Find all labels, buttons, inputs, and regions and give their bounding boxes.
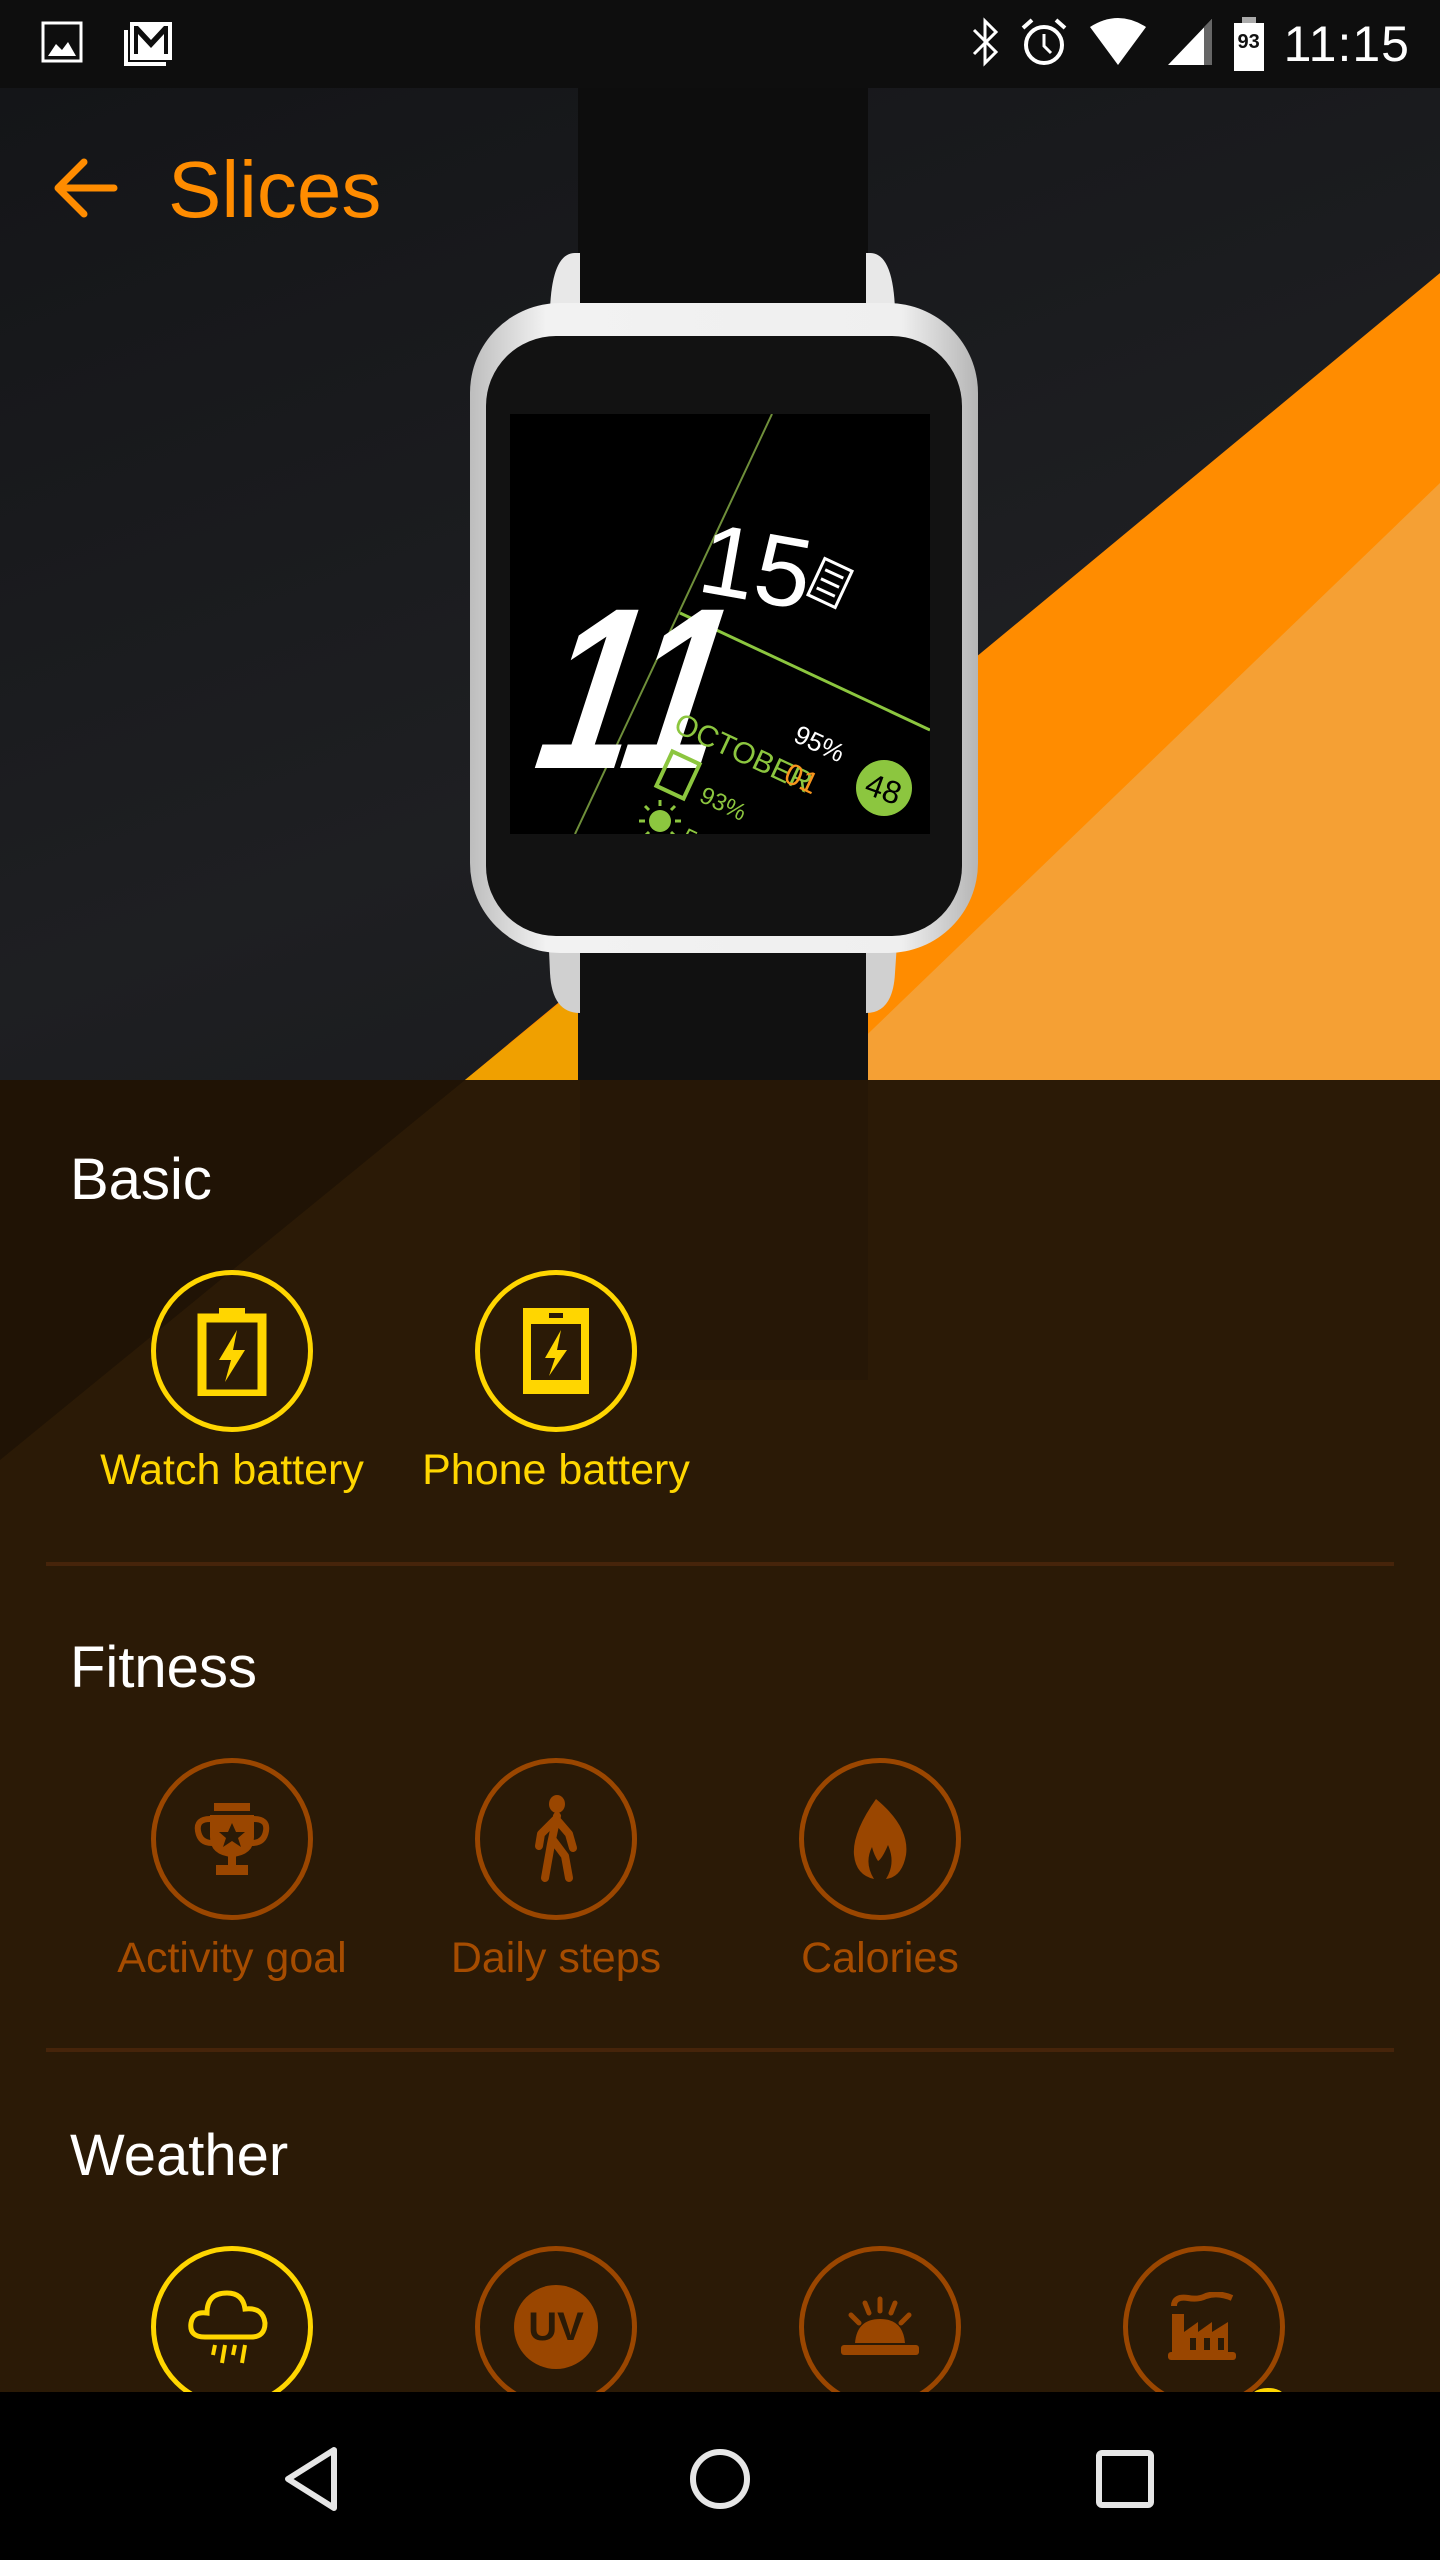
slice-label: Daily steps: [450, 1934, 662, 1982]
sunrise-icon: [841, 2296, 919, 2355]
slice-sunrise[interactable]: [730, 2246, 1030, 2392]
slice-ring: UV: [475, 2246, 637, 2392]
bluetooth-icon: [970, 16, 1000, 73]
watch-battery-icon: [197, 1308, 267, 1396]
section-title: Fitness: [70, 1635, 257, 1700]
slice-ring: [1123, 2246, 1285, 2392]
slices-panel: Basic Watch battery Phone battery Fitnes…: [0, 1080, 1440, 2392]
slice-label: Watch battery: [100, 1446, 364, 1494]
slice-ring: [475, 1270, 637, 1432]
slice-ring: [151, 2246, 313, 2392]
section-title: Basic: [70, 1147, 212, 1212]
back-button[interactable]: [48, 150, 124, 226]
watch-strap-bottom: [578, 948, 868, 1080]
slice-ring: [799, 2246, 961, 2392]
factory-icon: [1168, 2292, 1236, 2360]
app-bar: Slices: [0, 88, 1440, 288]
slice-weather-rain[interactable]: [82, 2246, 382, 2392]
home-nav-icon: [690, 2449, 750, 2509]
status-bar: 93 11:15: [0, 0, 1440, 88]
gallery-icon: [40, 20, 84, 73]
trophy-icon: [194, 1803, 270, 1875]
nav-back-button[interactable]: [270, 2434, 360, 2524]
slice-ring: [475, 1758, 637, 1920]
slice-label: Calories: [801, 1934, 959, 1982]
phone-battery-icon: [523, 1308, 589, 1394]
slice-ring: [799, 1758, 961, 1920]
walking-icon: [535, 1795, 577, 1882]
recents-nav-icon: [1096, 2450, 1154, 2508]
flame-icon: [853, 1799, 907, 1879]
slice-activity-goal[interactable]: Activity goal: [82, 1758, 382, 1983]
battery-level-text: 93: [1237, 31, 1260, 53]
slice-label: Phone battery: [422, 1446, 690, 1494]
alarm-icon: [1018, 16, 1070, 73]
gmail-icon: [120, 20, 176, 73]
section-title: Weather: [70, 2123, 289, 2188]
uv-icon: UV: [514, 2285, 598, 2369]
section-divider: [46, 2048, 1394, 2052]
back-nav-icon: [285, 2447, 337, 2511]
navigation-bar: [0, 2392, 1440, 2560]
slice-uv-index[interactable]: UV: [406, 2246, 706, 2392]
uv-icon-text: UV: [528, 2304, 584, 2349]
rain-cloud-icon: [188, 2290, 268, 2364]
slice-air-quality[interactable]: [1054, 2246, 1354, 2392]
slice-phone-battery[interactable]: Phone battery: [406, 1270, 706, 1495]
battery-icon: 93: [1232, 17, 1266, 71]
page-title: Slices: [168, 145, 382, 234]
watch-minute: 15: [692, 502, 821, 632]
nav-home-button[interactable]: [675, 2434, 765, 2524]
slice-ring: [151, 1270, 313, 1432]
section-divider: [46, 1562, 1394, 1566]
arrow-back-icon: [54, 158, 118, 218]
nav-recents-button[interactable]: [1080, 2434, 1170, 2524]
wifi-icon: [1088, 17, 1148, 72]
slice-ring: [151, 1758, 313, 1920]
cell-signal-icon: [1166, 17, 1214, 72]
status-time: 11:15: [1283, 16, 1410, 72]
slice-daily-steps[interactable]: Daily steps: [406, 1758, 706, 1983]
slice-calories[interactable]: Calories: [730, 1758, 1030, 1983]
slice-watch-battery[interactable]: Watch battery: [82, 1270, 382, 1495]
slice-label: Activity goal: [117, 1934, 347, 1982]
